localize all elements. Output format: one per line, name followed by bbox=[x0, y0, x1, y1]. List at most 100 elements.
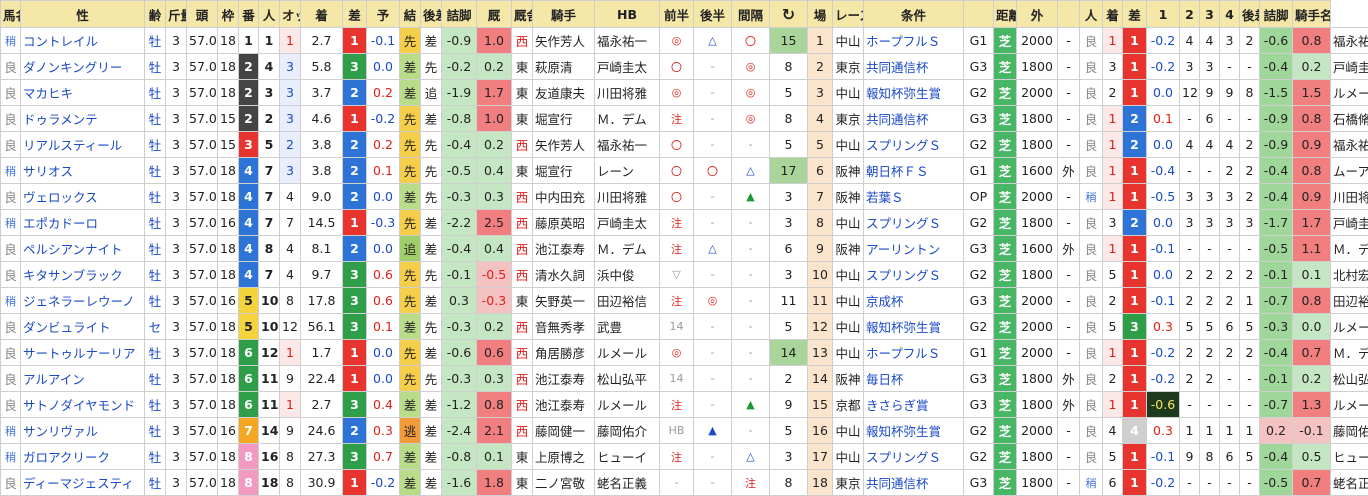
race-name-link[interactable]: 共同通信杯 bbox=[864, 54, 964, 80]
horse-name-link[interactable]: ジェネラーレウーノ bbox=[21, 288, 145, 314]
col-header-6[interactable]: 番 bbox=[239, 1, 259, 28]
col-header-23[interactable]: 場 bbox=[808, 1, 833, 28]
horse-name-link[interactable]: エポカドーロ bbox=[21, 210, 145, 236]
horse-name-link[interactable]: ヴェロックス bbox=[21, 184, 145, 210]
col-header-28[interactable]: 外 bbox=[1017, 1, 1058, 28]
popularity: 3 bbox=[280, 54, 301, 80]
col-header-21[interactable]: 間隔 bbox=[732, 1, 770, 28]
col-header-24[interactable]: レース名 bbox=[833, 1, 864, 28]
horse-name-link[interactable]: サートゥルナーリア bbox=[21, 340, 145, 366]
col-header-8[interactable]: オッズ bbox=[280, 1, 301, 28]
col-header-2[interactable]: 齢 bbox=[145, 1, 166, 28]
table-row[interactable]: 稍サンリヴァル牡357.016714924.620.3逃差-2.42.1西藤岡健… bbox=[1, 418, 1368, 444]
col-header-1[interactable]: 性 bbox=[21, 1, 145, 28]
horse-name-link[interactable]: リアルスティール bbox=[21, 132, 145, 158]
horse-name-link[interactable]: ダノンキングリー bbox=[21, 54, 145, 80]
race-name-link[interactable]: 若葉Ｓ bbox=[864, 184, 964, 210]
race-name-link[interactable]: スプリングＳ bbox=[864, 444, 964, 470]
col-header-36[interactable]: 4 bbox=[1220, 1, 1240, 28]
table-row[interactable]: 良アルアイン牡357.018611922.410.0先先-0.30.3西池江泰寿… bbox=[1, 366, 1368, 392]
col-header-14[interactable]: 詰脚 bbox=[442, 1, 477, 28]
col-header-29[interactable] bbox=[1058, 1, 1080, 28]
col-header-39[interactable]: 騎手名 bbox=[1293, 1, 1331, 28]
col-header-17[interactable]: 騎手 bbox=[533, 1, 595, 28]
col-header-30[interactable]: 人 bbox=[1080, 1, 1103, 28]
race-name-link[interactable]: ホープフルＳ bbox=[864, 28, 964, 54]
col-header-4[interactable]: 頭 bbox=[187, 1, 218, 28]
table-row[interactable]: 良リアルスティール牡357.0153523.820.2先先-0.40.2西矢作芳… bbox=[1, 132, 1368, 158]
table-row[interactable]: 良ドゥラメンテ牡357.0152234.61-0.2先差-0.81.0東堀宣行Ｍ… bbox=[1, 106, 1368, 132]
horse-name-link[interactable]: マカヒキ bbox=[21, 80, 145, 106]
race-name-link[interactable]: きさらぎ賞 bbox=[864, 392, 964, 418]
table-row[interactable]: 稍コントレイル牡357.0181112.71-0.1先差-0.91.0西矢作芳人… bbox=[1, 28, 1368, 54]
table-row[interactable]: 良ダンビュライトセ357.0185101256.130.1差先-0.30.2西音… bbox=[1, 314, 1368, 340]
col-header-16[interactable]: 厩舎 bbox=[512, 1, 533, 28]
table-row[interactable]: 稍ジェネラーレウーノ牡357.016510817.830.6先差0.3-0.3東… bbox=[1, 288, 1368, 314]
horse-name-link[interactable]: ガロアクリーク bbox=[21, 444, 145, 470]
refresh-icon[interactable]: ↻ bbox=[770, 1, 808, 28]
col-header-19[interactable]: 前半 bbox=[660, 1, 694, 28]
race-name-link[interactable]: スプリングＳ bbox=[864, 210, 964, 236]
col-header-32[interactable]: 差 bbox=[1123, 1, 1147, 28]
col-header-7[interactable]: 人 bbox=[259, 1, 280, 28]
corner-1: 12 bbox=[1180, 80, 1200, 106]
race-name-link[interactable]: 朝日杯ＦＳ bbox=[864, 158, 964, 184]
col-header-34[interactable]: 2 bbox=[1180, 1, 1200, 28]
table-row[interactable]: 良ペルシアンナイト牡357.0184848.120.0追差-0.40.4西池江泰… bbox=[1, 236, 1368, 262]
col-header-9[interactable]: 着 bbox=[301, 1, 343, 28]
col-header-15[interactable]: 厩 bbox=[477, 1, 512, 28]
table-row[interactable]: 良ヴェロックス牡357.0184749.020.0差先-0.30.3西中内田充川… bbox=[1, 184, 1368, 210]
race-name-link[interactable]: 報知杯弥生賞 bbox=[864, 314, 964, 340]
race-name-link[interactable]: 京成杯 bbox=[864, 288, 964, 314]
col-header-27[interactable]: 距離 bbox=[994, 1, 1017, 28]
race-name-link[interactable]: ホープフルＳ bbox=[864, 340, 964, 366]
horse-name-link[interactable]: キタサンブラック bbox=[21, 262, 145, 288]
col-header-18[interactable]: HB bbox=[595, 1, 660, 28]
late-margin: -1.9 bbox=[442, 80, 477, 106]
horse-name-link[interactable]: サリオス bbox=[21, 158, 145, 184]
corner-4: 5 bbox=[1240, 444, 1260, 470]
col-header-13[interactable]: 後差 bbox=[421, 1, 442, 28]
col-header-0[interactable]: 馬名 bbox=[1, 1, 21, 28]
margin: 0.3 bbox=[367, 418, 400, 444]
race-name-link[interactable]: 毎日杯 bbox=[864, 366, 964, 392]
col-header-25[interactable]: 条件 bbox=[864, 1, 964, 28]
table-row[interactable]: 良キタサンブラック牡357.0184749.730.6先先-0.1-0.5西清水… bbox=[1, 262, 1368, 288]
horse-name-link[interactable]: サンリヴァル bbox=[21, 418, 145, 444]
table-row[interactable]: 稍ガロアクリーク牡357.018816827.330.7差差-0.80.1東上原… bbox=[1, 444, 1368, 470]
table-row[interactable]: 稍サリオス牡357.0184733.820.1先先-0.50.4東堀宣行レーン〇… bbox=[1, 158, 1368, 184]
col-header-38[interactable]: 詰脚 bbox=[1260, 1, 1293, 28]
col-header-10[interactable]: 差 bbox=[343, 1, 367, 28]
corner-2: - bbox=[1200, 236, 1220, 262]
grade: G1 bbox=[964, 28, 994, 54]
horse-name-link[interactable]: ドゥラメンテ bbox=[21, 106, 145, 132]
col-header-33[interactable]: 1 bbox=[1147, 1, 1180, 28]
race-name-link[interactable]: スプリングＳ bbox=[864, 262, 964, 288]
col-header-5[interactable]: 枠 bbox=[218, 1, 239, 28]
col-header-31[interactable]: 着 bbox=[1103, 1, 1123, 28]
col-header-35[interactable]: 3 bbox=[1200, 1, 1220, 28]
venue: 中山 bbox=[833, 28, 864, 54]
race-name-link[interactable]: 報知杯弥生賞 bbox=[864, 80, 964, 106]
table-row[interactable]: 良マカヒキ牡357.0182333.720.2差追-1.91.7東友道康夫川田将… bbox=[1, 80, 1368, 106]
horse-name-link[interactable]: サトノダイヤモンド bbox=[21, 392, 145, 418]
table-row[interactable]: 良サートゥルナーリア牡357.01861211.710.0先差-0.60.6西角… bbox=[1, 340, 1368, 366]
table-row[interactable]: 稍エポカドーロ牡357.01647714.51-0.3先差-2.22.5西藤原英… bbox=[1, 210, 1368, 236]
table-row[interactable]: 良サトノダイヤモンド牡357.01861112.730.4差差-1.20.8西池… bbox=[1, 392, 1368, 418]
col-header-12[interactable]: 結 bbox=[400, 1, 421, 28]
col-header-37[interactable]: 後差 bbox=[1240, 1, 1260, 28]
race-name-link[interactable]: スプリングＳ bbox=[864, 132, 964, 158]
col-header-3[interactable]: 斤量 bbox=[166, 1, 187, 28]
col-header-26[interactable] bbox=[964, 1, 994, 28]
race-name-link[interactable]: アーリントン bbox=[864, 236, 964, 262]
col-header-11[interactable]: 予 bbox=[367, 1, 400, 28]
horse-name-link[interactable]: ダンビュライト bbox=[21, 314, 145, 340]
table-row[interactable]: 良ダノンキングリー牡357.0182435.830.0差先-0.20.2東萩原清… bbox=[1, 54, 1368, 80]
track-condition: 良 bbox=[1, 106, 21, 132]
horse-name-link[interactable]: ペルシアンナイト bbox=[21, 236, 145, 262]
col-header-20[interactable]: 後半 bbox=[694, 1, 732, 28]
horse-name-link[interactable]: コントレイル bbox=[21, 28, 145, 54]
race-name-link[interactable]: 報知杯弥生賞 bbox=[864, 418, 964, 444]
horse-name-link[interactable]: アルアイン bbox=[21, 366, 145, 392]
race-name-link[interactable]: 共同通信杯 bbox=[864, 106, 964, 132]
